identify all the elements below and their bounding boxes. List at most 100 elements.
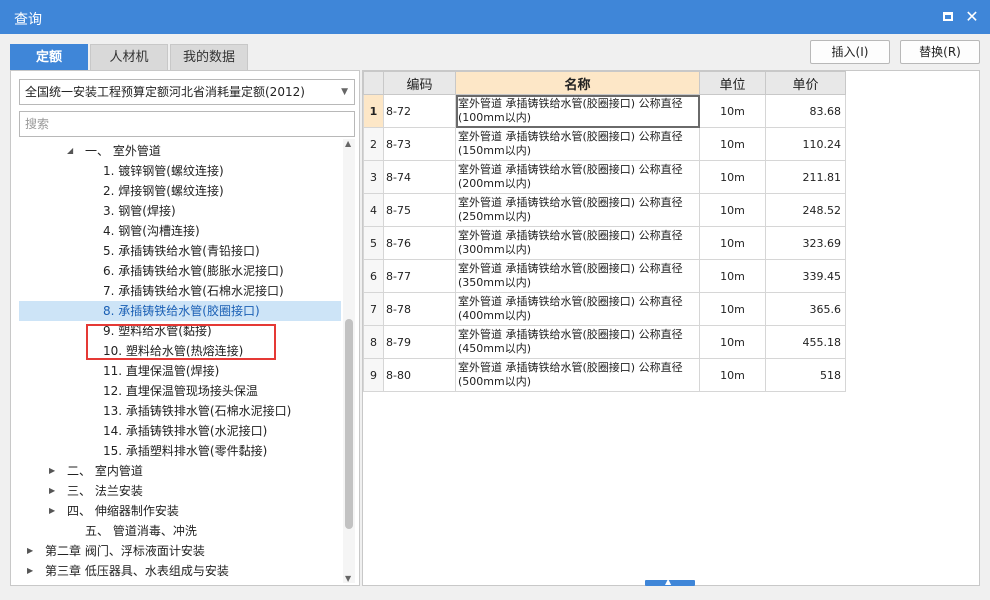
expand-arrow-icon[interactable]: ▶ [27, 541, 33, 561]
cell-name[interactable]: 室外管道 承插铸铁给水管(胶圈接口) 公称直径(500mm以内) [455, 358, 700, 392]
tree-item[interactable]: 5. 承插铸铁给水管(青铅接口) [19, 241, 341, 261]
cell-code[interactable]: 8-80 [383, 358, 456, 392]
row-number[interactable]: 1 [363, 94, 384, 128]
cell-name[interactable]: 室外管道 承插铸铁给水管(胶圈接口) 公称直径(450mm以内) [455, 325, 700, 359]
tree-item-selected[interactable]: 8. 承插铸铁给水管(胶圈接口) [19, 301, 341, 321]
expand-arrow-icon[interactable]: ▶ [49, 461, 55, 481]
tree-item[interactable]: 10. 塑料给水管(热熔连接) [19, 341, 341, 361]
cell-price[interactable]: 211.81 [765, 160, 846, 194]
quota-library-select[interactable]: 全国统一安装工程预算定额河北省消耗量定额(2012) ▼ [19, 79, 355, 105]
row-number[interactable]: 4 [363, 193, 384, 227]
scroll-down-icon[interactable]: ▼ [345, 574, 351, 583]
cell-unit[interactable]: 10m [699, 259, 766, 293]
tree-item[interactable]: 4. 钢管(沟槽连接) [19, 221, 341, 241]
tree-item[interactable]: 9. 塑料给水管(黏接) [19, 321, 341, 341]
row-number[interactable]: 9 [363, 358, 384, 392]
table-row[interactable]: 4 8-75 室外管道 承插铸铁给水管(胶圈接口) 公称直径(250mm以内) 10m… [363, 193, 846, 227]
cell-price[interactable]: 365.6 [765, 292, 846, 326]
row-number[interactable]: 6 [363, 259, 384, 293]
cell-code[interactable]: 8-79 [383, 325, 456, 359]
tree-item[interactable]: ◢ 一、 室外管道 [19, 141, 341, 161]
tree-item[interactable]: ▶ 二、 室内管道 [19, 461, 341, 481]
tree-item[interactable]: 13. 承插铸铁排水管(石棉水泥接口) [19, 401, 341, 421]
row-number[interactable]: 8 [363, 325, 384, 359]
table-row[interactable]: 5 8-76 室外管道 承插铸铁给水管(胶圈接口) 公称直径(300mm以内) 10m… [363, 226, 846, 260]
column-header-unit[interactable]: 单位 [699, 71, 766, 95]
cell-code[interactable]: 8-77 [383, 259, 456, 293]
tree-item[interactable]: 12. 直埋保温管现场接头保温 [19, 381, 341, 401]
cell-code[interactable]: 8-76 [383, 226, 456, 260]
tree-item[interactable]: 3. 钢管(焊接) [19, 201, 341, 221]
cell-name[interactable]: 室外管道 承插铸铁给水管(胶圈接口) 公称直径(150mm以内) [455, 127, 700, 161]
table-row[interactable]: 9 8-80 室外管道 承插铸铁给水管(胶圈接口) 公称直径(500mm以内) 10m… [363, 358, 846, 392]
cell-unit[interactable]: 10m [699, 358, 766, 392]
tree-item[interactable]: 6. 承插铸铁给水管(膨胀水泥接口) [19, 261, 341, 281]
cell-name[interactable]: 室外管道 承插铸铁给水管(胶圈接口) 公称直径(250mm以内) [455, 193, 700, 227]
cell-code[interactable]: 8-74 [383, 160, 456, 194]
cell-price[interactable]: 455.18 [765, 325, 846, 359]
row-number[interactable]: 2 [363, 127, 384, 161]
cell-price[interactable]: 339.45 [765, 259, 846, 293]
table-row[interactable]: 2 8-73 室外管道 承插铸铁给水管(胶圈接口) 公称直径(150mm以内) 10m… [363, 127, 846, 161]
tree-item[interactable]: 7. 承插铸铁给水管(石棉水泥接口) [19, 281, 341, 301]
cell-name[interactable]: 室外管道 承插铸铁给水管(胶圈接口) 公称直径(400mm以内) [455, 292, 700, 326]
row-number[interactable]: 5 [363, 226, 384, 260]
insert-button[interactable]: 插入(I) [810, 40, 890, 64]
cell-code[interactable]: 8-73 [383, 127, 456, 161]
tree-item[interactable]: ▶ 第二章 阀门、浮标液面计安装 [19, 541, 341, 561]
tree-item[interactable]: 11. 直埋保温管(焊接) [19, 361, 341, 381]
cell-name[interactable]: 室外管道 承插铸铁给水管(胶圈接口) 公称直径(350mm以内) [455, 259, 700, 293]
cell-price[interactable]: 110.24 [765, 127, 846, 161]
cell-name[interactable]: 室外管道 承插铸铁给水管(胶圈接口) 公称直径(300mm以内) [455, 226, 700, 260]
scrollbar-thumb[interactable] [345, 319, 353, 529]
cell-price[interactable]: 248.52 [765, 193, 846, 227]
tree-item[interactable]: 2. 焊接钢管(螺纹连接) [19, 181, 341, 201]
scroll-up-icon[interactable]: ▲ [345, 139, 351, 148]
cell-name[interactable]: 室外管道 承插铸铁给水管(胶圈接口) 公称直径(200mm以内) [455, 160, 700, 194]
cell-code[interactable]: 8-75 [383, 193, 456, 227]
tree-item[interactable]: 五、 管道消毒、冲洗 [19, 521, 341, 541]
tree-item[interactable]: 1. 镀锌钢管(螺纹连接) [19, 161, 341, 181]
table-row[interactable]: 1 8-72 室外管道 承插铸铁给水管(胶圈接口) 公称直径(100mm以内) 10m… [363, 94, 846, 128]
cell-unit[interactable]: 10m [699, 292, 766, 326]
column-header-code[interactable]: 编码 [383, 71, 456, 95]
column-header-price[interactable]: 单价 [765, 71, 846, 95]
tree-scrollbar[interactable]: ▲ ▼ [343, 139, 355, 583]
tree-item[interactable]: ▶ 三、 法兰安装 [19, 481, 341, 501]
cell-unit[interactable]: 10m [699, 193, 766, 227]
row-number[interactable]: 7 [363, 292, 384, 326]
panel-splitter-handle[interactable]: ▲ [645, 577, 695, 586]
table-row[interactable]: 8 8-79 室外管道 承插铸铁给水管(胶圈接口) 公称直径(450mm以内) 10m… [363, 325, 846, 359]
cell-code[interactable]: 8-72 [383, 94, 456, 128]
tree-item[interactable]: ▶ 四、 伸缩器制作安装 [19, 501, 341, 521]
collapse-arrow-icon[interactable]: ◢ [67, 141, 73, 161]
cell-price[interactable]: 518 [765, 358, 846, 392]
table-row[interactable]: 3 8-74 室外管道 承插铸铁给水管(胶圈接口) 公称直径(200mm以内) 10m… [363, 160, 846, 194]
tree-item[interactable]: ▶ 第三章 低压器具、水表组成与安装 [19, 561, 341, 581]
cell-unit[interactable]: 10m [699, 94, 766, 128]
column-header-name[interactable]: 名称 [455, 71, 700, 95]
tree-item[interactable]: ▶ 第四章 卫生器具制作安装 [19, 581, 341, 583]
cell-price[interactable]: 83.68 [765, 94, 846, 128]
close-icon[interactable]: ✕ [964, 9, 980, 25]
tree-item[interactable]: 15. 承插塑料排水管(零件黏接) [19, 441, 341, 461]
cell-unit[interactable]: 10m [699, 325, 766, 359]
table-row[interactable]: 6 8-77 室外管道 承插铸铁给水管(胶圈接口) 公称直径(350mm以内) 10m… [363, 259, 846, 293]
expand-arrow-icon[interactable]: ▶ [27, 561, 33, 581]
search-input[interactable] [19, 111, 355, 137]
cell-unit[interactable]: 10m [699, 226, 766, 260]
expand-arrow-icon[interactable]: ▶ [49, 481, 55, 501]
cell-code[interactable]: 8-78 [383, 292, 456, 326]
maximize-icon[interactable] [940, 9, 956, 25]
expand-arrow-icon[interactable]: ▶ [27, 581, 33, 583]
cell-unit[interactable]: 10m [699, 160, 766, 194]
replace-button[interactable]: 替换(R) [900, 40, 980, 64]
row-number[interactable]: 3 [363, 160, 384, 194]
cell-price[interactable]: 323.69 [765, 226, 846, 260]
cell-unit[interactable]: 10m [699, 127, 766, 161]
expand-arrow-icon[interactable]: ▶ [49, 501, 55, 521]
tree-item[interactable]: 14. 承插铸铁排水管(水泥接口) [19, 421, 341, 441]
tab-my-data[interactable]: 我的数据 [170, 44, 248, 70]
cell-name[interactable]: 室外管道 承插铸铁给水管(胶圈接口) 公称直径(100mm以内) [455, 94, 700, 128]
tab-quota[interactable]: 定额 [10, 44, 88, 70]
